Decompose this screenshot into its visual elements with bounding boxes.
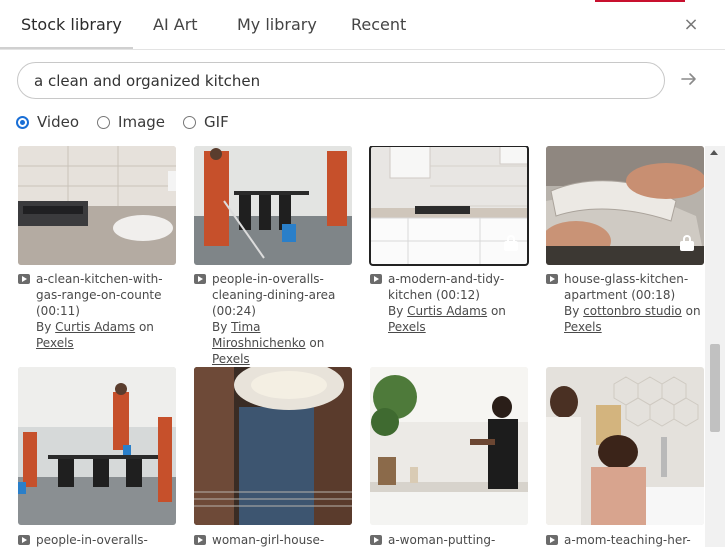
tab-my-library[interactable]: My library <box>237 0 317 50</box>
scrollbar-thumb[interactable] <box>710 344 720 432</box>
tab-ai-art[interactable]: AI Art <box>153 0 198 50</box>
author-link[interactable]: Curtis Adams <box>407 304 487 318</box>
video-icon <box>18 274 30 284</box>
result-title: people-in-overalls-cleaning-dining-area <box>212 272 336 302</box>
radio-gif-label: GIF <box>204 113 229 131</box>
by-label: By <box>388 304 404 318</box>
result-title: woman-girl-house-glass <box>212 533 325 547</box>
video-thumbnail[interactable] <box>194 146 352 265</box>
result-meta: people-in-overalls-cleaning-dining-area … <box>194 271 354 367</box>
result-duration: (00:24) <box>212 304 256 318</box>
radio-image[interactable]: Image <box>97 113 165 131</box>
radio-gif[interactable]: GIF <box>183 113 229 131</box>
result-duration: (00:11) <box>36 304 80 318</box>
on-label: on <box>309 336 325 350</box>
radio-video-label: Video <box>37 113 80 131</box>
result-meta: a-mom-teaching-her- <box>546 532 705 547</box>
video-icon <box>546 535 558 545</box>
results-grid: a-clean-kitchen-with-gas-range-on-counte… <box>0 146 705 547</box>
author-link[interactable]: cottonbro studio <box>583 304 682 318</box>
result-duration: (00:12) <box>436 288 480 302</box>
source-link[interactable]: Pexels <box>212 352 250 366</box>
by-label: By <box>36 320 52 334</box>
on-label: on <box>685 304 701 318</box>
search-input[interactable] <box>17 62 665 99</box>
result-meta: house-glass-kitchen-apartment (00:18) By… <box>546 271 705 335</box>
lock-icon <box>504 235 518 251</box>
tab-recent[interactable]: Recent <box>351 0 406 50</box>
radio-image-label: Image <box>118 113 166 131</box>
arrow-right-icon[interactable] <box>676 66 702 92</box>
video-icon <box>546 274 558 284</box>
result-meta: a-clean-kitchen-with-gas-range-on-counte… <box>18 271 178 351</box>
video-thumbnail[interactable] <box>18 367 176 525</box>
video-thumbnail[interactable] <box>18 146 176 265</box>
on-label: on <box>490 304 506 318</box>
video-thumbnail[interactable] <box>369 146 529 266</box>
source-link[interactable]: Pexels <box>564 320 602 334</box>
by-label: By <box>212 320 228 334</box>
media-type-radio-group: Video Image GIF <box>16 110 247 134</box>
source-link[interactable]: Pexels <box>36 336 74 350</box>
on-label: on <box>138 320 154 334</box>
video-icon <box>18 535 30 545</box>
video-thumbnail[interactable] <box>546 367 704 525</box>
radio-gif-indicator[interactable] <box>183 115 197 129</box>
video-icon <box>194 274 206 284</box>
source-link[interactable]: Pexels <box>388 320 426 334</box>
radio-image-indicator[interactable] <box>97 115 111 129</box>
author-link[interactable]: Curtis Adams <box>55 320 135 334</box>
source-tabs: Stock library AI Art My library Recent × <box>0 0 725 50</box>
by-label: By <box>564 304 580 318</box>
lock-icon <box>680 235 694 251</box>
result-meta: woman-girl-house-glass <box>194 532 354 547</box>
result-meta: a-modern-and-tidy-kitchen (00:12) By Cur… <box>370 271 530 335</box>
close-icon[interactable]: × <box>680 13 702 37</box>
result-meta: a-woman-putting-away- <box>370 532 530 547</box>
result-title: a-woman-putting-away- <box>388 533 496 547</box>
scroll-up-icon[interactable] <box>710 150 718 155</box>
result-duration: (00:18) <box>631 288 676 302</box>
video-icon <box>370 535 382 545</box>
result-title: people-in-overalls- <box>36 533 148 547</box>
video-icon <box>370 274 382 284</box>
result-title: a-mom-teaching-her- <box>564 533 691 547</box>
author-link[interactable]: Tima Miroshnichenko <box>212 320 306 350</box>
active-tab-indicator <box>0 47 133 49</box>
video-thumbnail[interactable] <box>546 146 704 265</box>
video-thumbnail[interactable] <box>194 367 352 525</box>
video-icon <box>194 535 206 545</box>
result-title: a-clean-kitchen-with-gas-range-on-counte <box>36 272 163 302</box>
radio-video[interactable]: Video <box>16 113 79 131</box>
tab-stock-library[interactable]: Stock library <box>21 0 122 50</box>
video-thumbnail[interactable] <box>370 367 528 525</box>
radio-video-indicator[interactable] <box>16 115 29 129</box>
results-scrollbar[interactable] <box>705 146 725 547</box>
result-meta: people-in-overalls- <box>18 532 178 547</box>
